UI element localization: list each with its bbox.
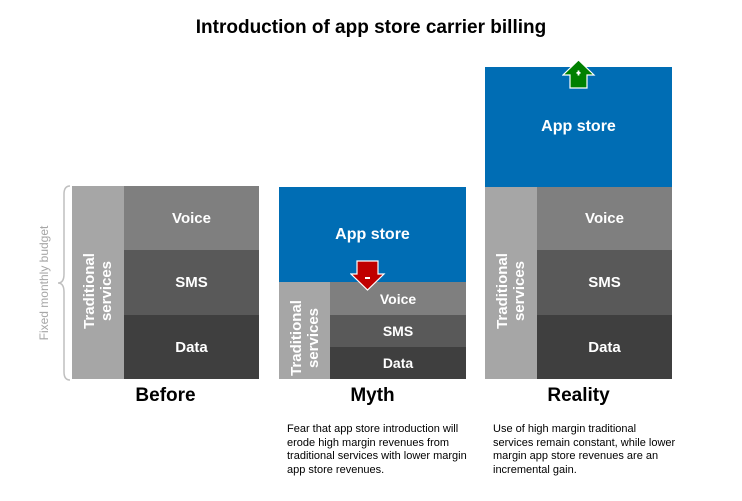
- sms-segment: SMS: [124, 250, 259, 315]
- column-description: Fear that app store introduction will er…: [287, 423, 467, 476]
- budget-brace-icon: [57, 185, 71, 381]
- data-segment: Data: [124, 315, 259, 379]
- traditional-services-label: Traditional services: [494, 253, 528, 329]
- traditional-services-label: Traditional services: [81, 253, 115, 329]
- column-title: Before: [135, 385, 196, 406]
- traditional-services-label: Traditional services: [288, 300, 322, 376]
- voice-segment: Voice: [537, 187, 672, 250]
- column-description: Use of high margin traditional services …: [493, 423, 676, 476]
- diagram-title: Introduction of app store carrier billin…: [195, 17, 547, 38]
- data-segment: Data: [330, 347, 466, 379]
- minus-icon: [365, 277, 370, 279]
- traditional-services-block: Traditional services: [279, 282, 330, 379]
- sms-segment: SMS: [537, 250, 672, 315]
- decrease-arrow-icon: [350, 260, 386, 291]
- increase-arrow-icon: [562, 59, 596, 89]
- traditional-services-block: Traditional services: [72, 186, 124, 379]
- voice-segment: Voice: [124, 186, 259, 250]
- budget-label: Fixed monthly budget: [37, 225, 51, 341]
- traditional-services-block: Traditional services: [485, 187, 537, 379]
- sms-segment: SMS: [330, 315, 466, 347]
- data-segment: Data: [537, 315, 672, 379]
- column-title: Reality: [547, 385, 610, 406]
- column-title: Myth: [350, 385, 395, 406]
